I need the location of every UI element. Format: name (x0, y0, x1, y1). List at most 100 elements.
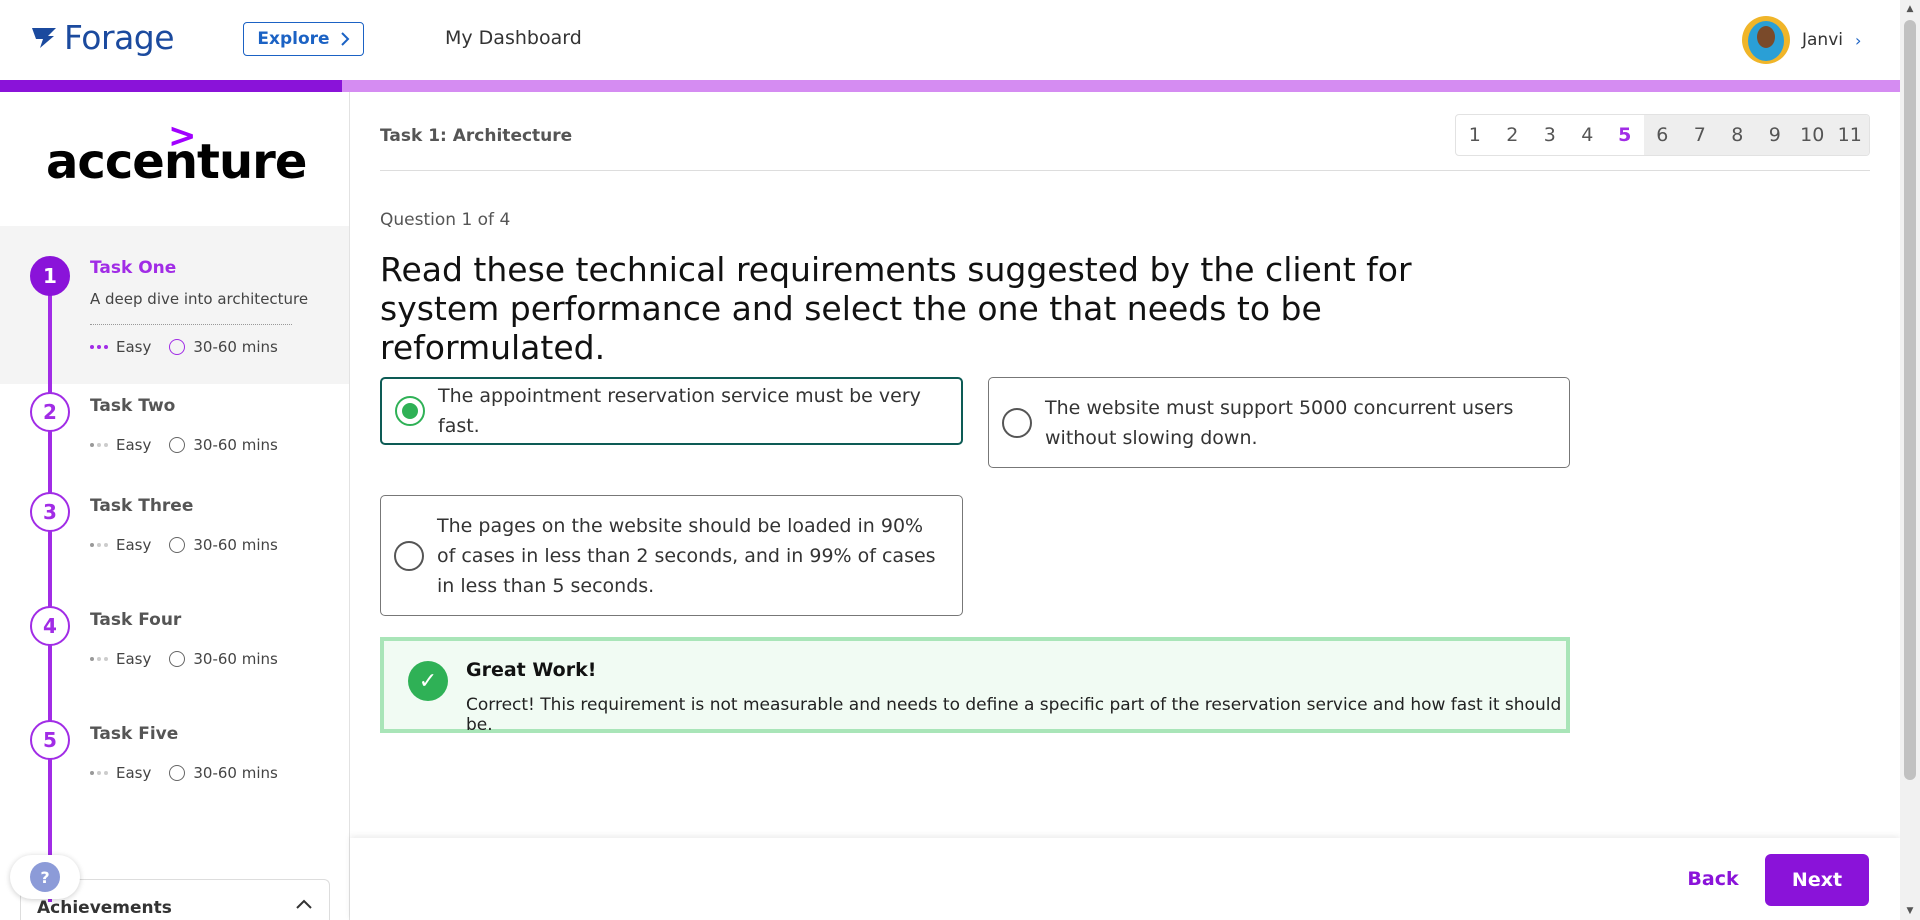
feedback-title: Great Work! (466, 659, 597, 681)
task-meta: Easy 30-60 mins (90, 536, 278, 554)
help-icon: ? (30, 862, 60, 892)
page-number-6[interactable]: 6 (1643, 115, 1681, 155)
page-number-4[interactable]: 4 (1569, 115, 1607, 155)
duration-label: 30-60 mins (193, 436, 278, 454)
next-button[interactable]: Next (1765, 854, 1869, 906)
page-number-5[interactable]: 5 (1606, 115, 1644, 155)
radio-button[interactable] (394, 540, 424, 571)
difficulty-icon (90, 543, 108, 547)
forage-logo[interactable]: Forage (30, 18, 175, 57)
answer-option[interactable]: The website must support 5000 concurrent… (988, 377, 1570, 468)
avatar (1742, 16, 1790, 64)
task-meta: Easy 30-60 mins (90, 650, 278, 668)
difficulty-icon (90, 771, 108, 775)
difficulty-icon (90, 657, 108, 661)
page-number-7[interactable]: 7 (1681, 115, 1719, 155)
footer-bar: Back Next (350, 838, 1900, 920)
my-dashboard-link[interactable]: My Dashboard (445, 27, 582, 49)
page-number-3[interactable]: 3 (1531, 115, 1569, 155)
sidebar-item-task-four[interactable]: 4 Task Four Easy 30-60 mins (0, 606, 349, 726)
task-title: Task Two (90, 396, 176, 416)
chevron-right-icon: › (1855, 30, 1862, 50)
feedback-text: Correct! This requirement is not measura… (466, 695, 1562, 735)
task-meta: Easy 30-60 mins (90, 436, 278, 454)
question-count: Question 1 of 4 (380, 210, 511, 230)
task-number-badge: 2 (30, 392, 70, 432)
task-title: Task Three (90, 496, 194, 516)
chevron-up-icon[interactable] (295, 898, 313, 910)
question-text: Read these technical requirements sugges… (380, 250, 1412, 367)
answer-option[interactable]: The pages on the website should be loade… (380, 495, 963, 616)
checkmark-icon: ✓ (408, 661, 448, 701)
progress-bar (0, 80, 1900, 92)
task-number-badge: 3 (30, 492, 70, 532)
explore-label: Explore (257, 29, 330, 49)
page-number-2[interactable]: 2 (1494, 115, 1532, 155)
page-pagination: 1 2 3 4 5 6 7 8 9 10 11 (1455, 114, 1870, 156)
task-title: Task Four (90, 610, 182, 630)
sidebar-item-task-five[interactable]: 5 Task Five Easy 30-60 mins (0, 720, 349, 840)
achievements-label: Achievements (37, 898, 172, 918)
task-title: Task One (90, 258, 177, 278)
logo-text: Forage (64, 18, 175, 57)
sidebar: > accenture 1 Task One A deep dive into … (0, 92, 350, 920)
difficulty-label: Easy (116, 650, 152, 668)
back-button[interactable]: Back (1668, 856, 1758, 902)
page-number-9[interactable]: 9 (1756, 115, 1794, 155)
task-number-badge: 4 (30, 606, 70, 646)
user-menu[interactable]: Janvi › (1742, 16, 1861, 64)
timer-icon (169, 651, 186, 667)
user-name: Janvi (1802, 30, 1843, 50)
duration-label: 30-60 mins (193, 536, 278, 554)
scroll-down-icon[interactable]: ▼ (1900, 902, 1920, 920)
page-number-11[interactable]: 11 (1831, 115, 1869, 155)
difficulty-label: Easy (116, 436, 152, 454)
radio-button[interactable] (1002, 407, 1032, 438)
task-meta: Easy 30-60 mins (90, 764, 278, 782)
sidebar-item-task-three[interactable]: 3 Task Three Easy 30-60 mins (0, 492, 349, 612)
explore-button[interactable]: Explore (243, 22, 364, 56)
sidebar-item-task-one[interactable]: 1 Task One A deep dive into architecture… (0, 226, 349, 384)
scrollbar-thumb[interactable] (1904, 20, 1916, 780)
task-number-badge: 1 (30, 256, 70, 296)
page-number-1[interactable]: 1 (1456, 115, 1494, 155)
option-text: The pages on the website should be loade… (437, 514, 936, 597)
duration-label: 30-60 mins (193, 650, 278, 668)
timer-icon (169, 437, 186, 453)
duration-label: 30-60 mins (193, 764, 278, 782)
task-list: 1 Task One A deep dive into architecture… (0, 226, 349, 840)
task-description: A deep dive into architecture (90, 290, 309, 308)
duration-label: 30-60 mins (193, 338, 278, 356)
timer-icon (169, 537, 186, 553)
radio-button[interactable] (395, 396, 425, 426)
divider (380, 170, 1870, 171)
scrollbar[interactable]: ▲ ▼ (1900, 0, 1920, 920)
option-text: The appointment reservation service must… (438, 385, 921, 437)
accenture-logo: > accenture (46, 116, 307, 190)
sidebar-item-task-two[interactable]: 2 Task Two Easy 30-60 mins (0, 384, 349, 498)
task-timeline (48, 262, 52, 902)
option-text: The website must support 5000 concurrent… (1045, 396, 1514, 449)
scroll-up-icon[interactable]: ▲ (1900, 0, 1920, 18)
difficulty-icon (90, 345, 108, 349)
difficulty-label: Easy (116, 536, 152, 554)
help-button[interactable]: ? (10, 855, 80, 899)
forage-bird-icon (32, 27, 56, 48)
feedback-box: ✓ Great Work! Correct! This requirement … (380, 637, 1570, 735)
top-bar: Forage Explore My Dashboard Janvi › (0, 0, 1900, 80)
difficulty-label: Easy (116, 764, 152, 782)
timer-icon (169, 339, 186, 355)
page-number-8[interactable]: 8 (1718, 115, 1756, 155)
task-meta: Easy 30-60 mins (90, 338, 278, 356)
answer-option[interactable]: The appointment reservation service must… (380, 377, 963, 445)
task-number-badge: 5 (30, 720, 70, 760)
progress-fill (0, 80, 342, 92)
task-title: Task Five (90, 724, 179, 744)
difficulty-label: Easy (116, 338, 152, 356)
page-number-10[interactable]: 10 (1793, 115, 1831, 155)
chevron-right-icon (340, 32, 349, 46)
divider (90, 324, 292, 325)
difficulty-icon (90, 443, 108, 447)
brand-mark: > (168, 116, 197, 156)
task-header: Task 1: Architecture (380, 126, 573, 146)
